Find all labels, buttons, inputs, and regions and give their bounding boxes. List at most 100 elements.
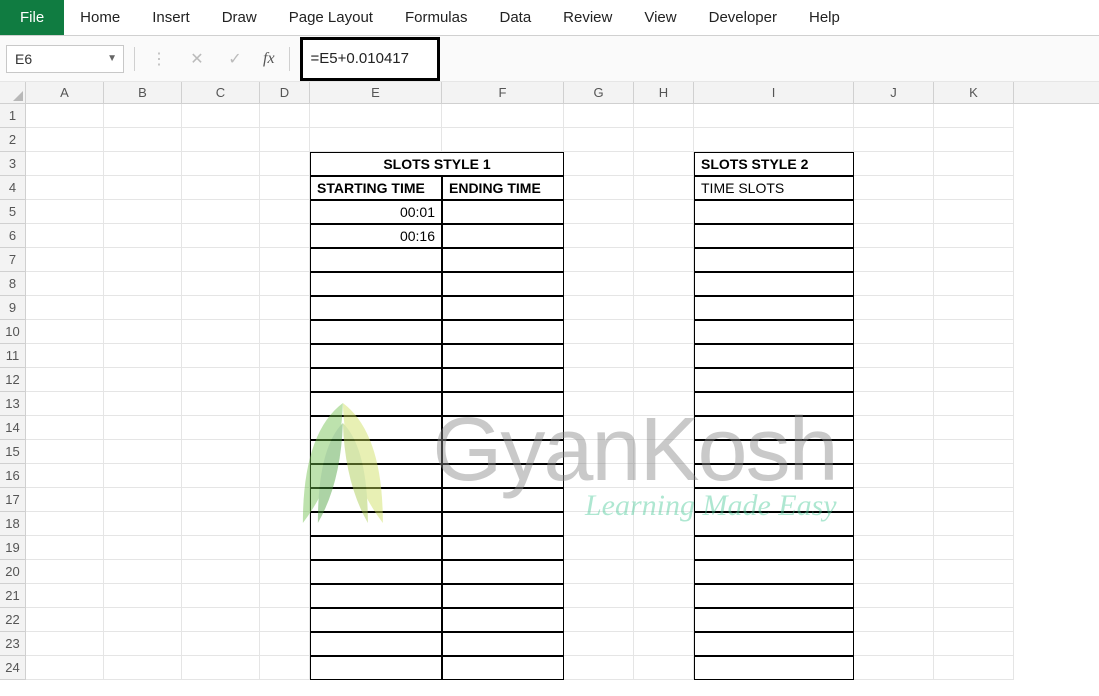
cell-A11[interactable] [26,344,104,368]
cell-C13[interactable] [182,392,260,416]
cell-B24[interactable] [104,656,182,680]
row-header-1[interactable]: 1 [0,104,26,128]
cell-A2[interactable] [26,128,104,152]
cell-D9[interactable] [260,296,310,320]
cell-F20[interactable] [442,560,564,584]
cell-F14[interactable] [442,416,564,440]
cell-G5[interactable] [564,200,634,224]
cell-H13[interactable] [634,392,694,416]
cell-A17[interactable] [26,488,104,512]
cell-I16[interactable] [694,464,854,488]
cell-G22[interactable] [564,608,634,632]
cell-G15[interactable] [564,440,634,464]
cell-G18[interactable] [564,512,634,536]
tab-insert[interactable]: Insert [136,0,206,35]
cell-H15[interactable] [634,440,694,464]
cell-F24[interactable] [442,656,564,680]
cell-G12[interactable] [564,368,634,392]
cell-K18[interactable] [934,512,1014,536]
cell-K10[interactable] [934,320,1014,344]
cell-K12[interactable] [934,368,1014,392]
cancel-formula-button[interactable]: ✕ [183,46,211,72]
cell-C10[interactable] [182,320,260,344]
cell-I6[interactable] [694,224,854,248]
col-header-e[interactable]: E [310,82,442,103]
cell-B9[interactable] [104,296,182,320]
cell-F23[interactable] [442,632,564,656]
cell-D21[interactable] [260,584,310,608]
cell-D6[interactable] [260,224,310,248]
enter-formula-button[interactable]: ✓ [221,46,249,72]
cell-F8[interactable] [442,272,564,296]
cell-F1[interactable] [442,104,564,128]
cell-G16[interactable] [564,464,634,488]
cell-K11[interactable] [934,344,1014,368]
cell-E17[interactable] [310,488,442,512]
cell-H10[interactable] [634,320,694,344]
cell-I11[interactable] [694,344,854,368]
cell-K9[interactable] [934,296,1014,320]
tab-data[interactable]: Data [483,0,547,35]
cell-A23[interactable] [26,632,104,656]
cell-F6[interactable] [442,224,564,248]
cell-E6[interactable]: 00:16 [310,224,442,248]
cell-E12[interactable] [310,368,442,392]
cell-E24[interactable] [310,656,442,680]
cell-G9[interactable] [564,296,634,320]
cell-C18[interactable] [182,512,260,536]
cell-B22[interactable] [104,608,182,632]
cell-A18[interactable] [26,512,104,536]
cell-I19[interactable] [694,536,854,560]
cell-K16[interactable] [934,464,1014,488]
cell-K13[interactable] [934,392,1014,416]
cell-D16[interactable] [260,464,310,488]
cell-H19[interactable] [634,536,694,560]
cell-C5[interactable] [182,200,260,224]
cell-E22[interactable] [310,608,442,632]
row-header-22[interactable]: 22 [0,608,26,632]
cell-D20[interactable] [260,560,310,584]
cell-I3[interactable]: SLOTS STYLE 2 [694,152,854,176]
cell-B21[interactable] [104,584,182,608]
cell-K21[interactable] [934,584,1014,608]
cell-J8[interactable] [854,272,934,296]
cell-A6[interactable] [26,224,104,248]
cell-K24[interactable] [934,656,1014,680]
fx-icon[interactable]: fx [259,50,279,68]
cell-K1[interactable] [934,104,1014,128]
cell-E5[interactable]: 00:01 [310,200,442,224]
row-header-9[interactable]: 9 [0,296,26,320]
cell-B17[interactable] [104,488,182,512]
cell-H12[interactable] [634,368,694,392]
cell-J19[interactable] [854,536,934,560]
cell-F12[interactable] [442,368,564,392]
cell-A9[interactable] [26,296,104,320]
cell-J10[interactable] [854,320,934,344]
cell-B14[interactable] [104,416,182,440]
cell-E20[interactable] [310,560,442,584]
row-header-15[interactable]: 15 [0,440,26,464]
cell-F5[interactable] [442,200,564,224]
cell-H2[interactable] [634,128,694,152]
cell-I15[interactable] [694,440,854,464]
cell-D18[interactable] [260,512,310,536]
cell-G2[interactable] [564,128,634,152]
cell-D7[interactable] [260,248,310,272]
row-header-21[interactable]: 21 [0,584,26,608]
cell-C3[interactable] [182,152,260,176]
cell-H18[interactable] [634,512,694,536]
col-header-b[interactable]: B [104,82,182,103]
cell-F2[interactable] [442,128,564,152]
cell-G7[interactable] [564,248,634,272]
cell-G24[interactable] [564,656,634,680]
cell-E1[interactable] [310,104,442,128]
cell-E2[interactable] [310,128,442,152]
cell-B11[interactable] [104,344,182,368]
cell-G1[interactable] [564,104,634,128]
cell-F16[interactable] [442,464,564,488]
cell-E3[interactable]: SLOTS STYLE 1 [310,152,564,176]
cell-B1[interactable] [104,104,182,128]
cell-J18[interactable] [854,512,934,536]
cell-I13[interactable] [694,392,854,416]
cell-A14[interactable] [26,416,104,440]
